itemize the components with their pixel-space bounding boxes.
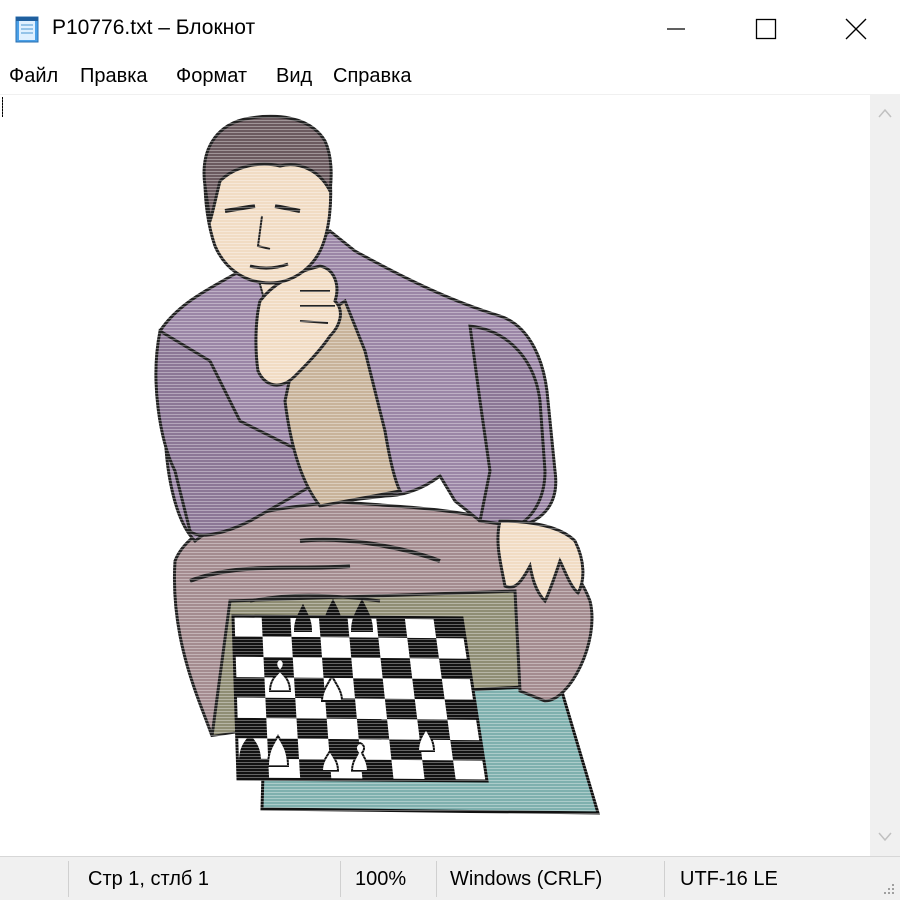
zoom-level: 100% bbox=[355, 867, 407, 890]
chevron-up-icon bbox=[878, 108, 892, 118]
chessboard-square bbox=[236, 717, 268, 739]
chevron-down-icon bbox=[878, 832, 892, 842]
notepad-icon bbox=[15, 16, 39, 43]
title-bar[interactable]: P10776.txt – Блокнот bbox=[0, 0, 900, 58]
status-separator bbox=[340, 861, 341, 897]
resize-grip-icon[interactable] bbox=[882, 882, 896, 896]
chessboard-square bbox=[356, 718, 390, 740]
chessboard-square bbox=[450, 740, 484, 761]
chessboard-square bbox=[234, 677, 266, 698]
chessboard-square bbox=[407, 637, 439, 659]
ascii-art-chess-player bbox=[0, 95, 870, 857]
menu-bar: Файл Правка Формат Вид Справка bbox=[0, 60, 900, 94]
chessboard-square bbox=[384, 698, 418, 720]
chessboard-square bbox=[233, 636, 264, 657]
status-separator bbox=[664, 861, 665, 897]
vertical-scrollbar[interactable] bbox=[870, 94, 900, 856]
chessboard-square bbox=[412, 678, 445, 700]
chessboard-square bbox=[294, 677, 326, 699]
status-separator bbox=[68, 861, 69, 897]
chessboard-square bbox=[291, 636, 322, 658]
status-bar: Стр 1, стлб 1 100% Windows (CRLF) UTF-16… bbox=[0, 856, 900, 900]
minimize-button[interactable] bbox=[630, 0, 722, 58]
chessboard-square bbox=[422, 760, 456, 781]
line-endings: Windows (CRLF) bbox=[450, 867, 603, 890]
status-separator bbox=[436, 861, 437, 897]
encoding: UTF-16 LE bbox=[680, 867, 778, 890]
window-title: P10776.txt – Блокнот bbox=[52, 16, 256, 39]
scroll-down-button[interactable] bbox=[870, 822, 900, 852]
menu-view[interactable]: Вид bbox=[276, 65, 312, 88]
chessboard-square bbox=[349, 637, 381, 658]
chessboard-square bbox=[353, 678, 385, 699]
chessboard-square bbox=[261, 616, 292, 637]
menu-file[interactable]: Файл bbox=[9, 65, 58, 88]
chessboard-square bbox=[439, 658, 472, 680]
cursor-position: Стр 1, стлб 1 bbox=[88, 867, 210, 890]
chessboard-square bbox=[322, 657, 354, 679]
maximize-icon bbox=[755, 18, 777, 40]
close-icon bbox=[845, 18, 867, 40]
menu-format[interactable]: Формат bbox=[176, 65, 247, 88]
close-button[interactable] bbox=[810, 0, 900, 58]
chessboard-square bbox=[380, 658, 413, 679]
chessboard-square bbox=[444, 699, 478, 720]
minimize-icon bbox=[667, 28, 685, 30]
chessboard-square bbox=[265, 697, 297, 719]
menu-edit[interactable]: Правка bbox=[80, 65, 148, 88]
chessboard-square bbox=[376, 617, 408, 638]
scroll-up-button[interactable] bbox=[870, 98, 900, 128]
maximize-button[interactable] bbox=[720, 0, 812, 58]
menu-help[interactable]: Справка bbox=[333, 65, 411, 88]
chessboard-square bbox=[433, 617, 466, 639]
text-editor[interactable] bbox=[0, 94, 870, 857]
chessboard-square bbox=[296, 718, 329, 739]
